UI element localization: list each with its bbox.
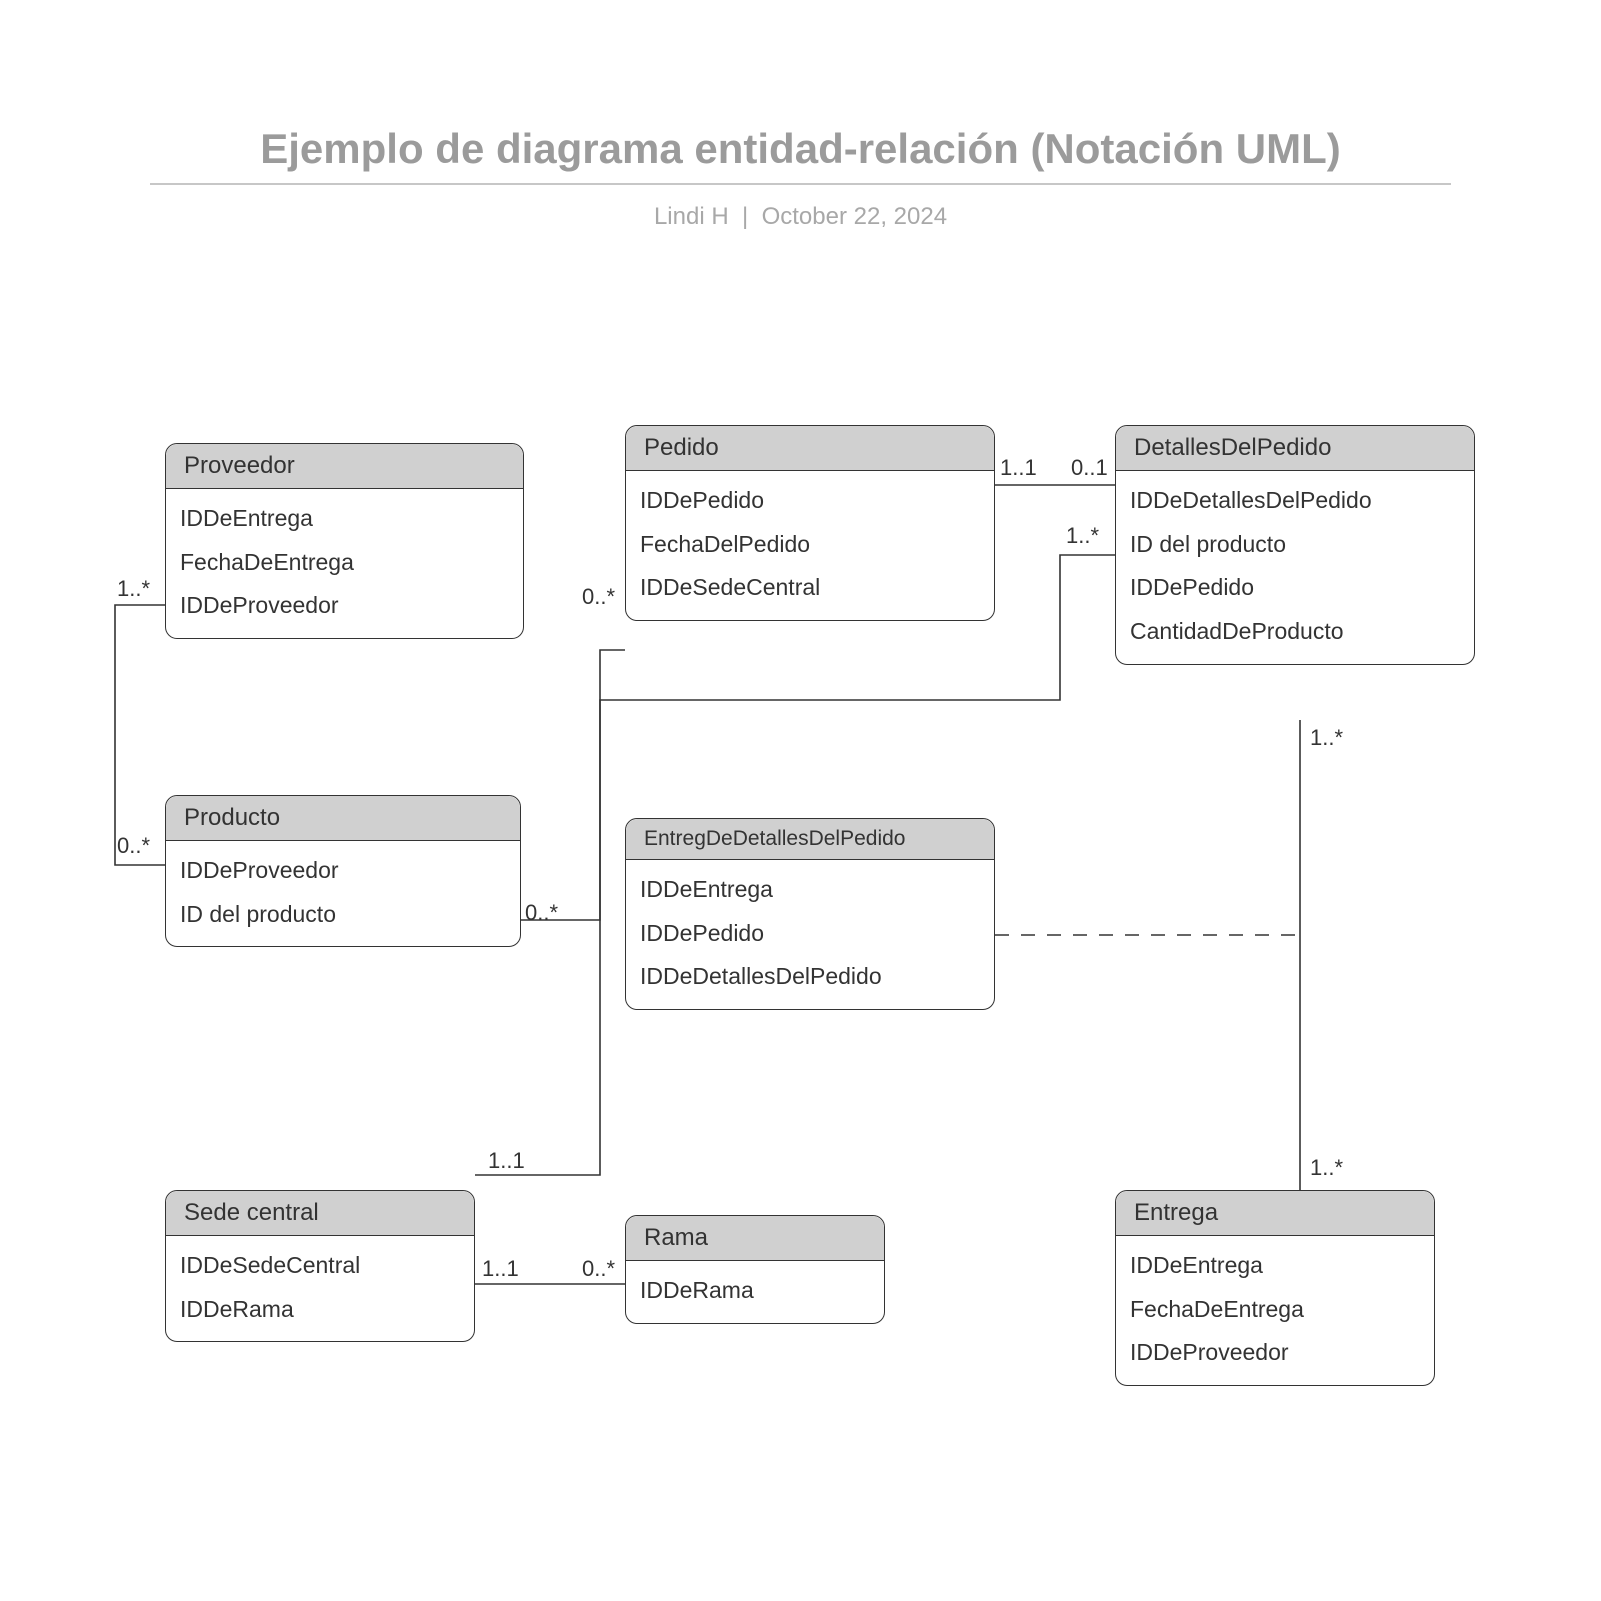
attr: IDDeProveedor [180, 584, 509, 628]
entity-rama-attrs: IDDeRama [626, 1261, 884, 1323]
entity-producto: Producto IDDeProveedor ID del producto [165, 795, 521, 947]
attr: IDDeSedeCentral [640, 566, 980, 610]
attr: IDDeProveedor [180, 849, 506, 893]
author-name: Lindi H [654, 203, 729, 230]
attr: IDDeRama [180, 1288, 460, 1332]
mult-rama-left: 0..* [582, 1256, 615, 1282]
attr: IDDeProveedor [1130, 1331, 1420, 1375]
entity-entrega-header: Entrega [1116, 1191, 1434, 1236]
attr: IDDeEntrega [640, 868, 980, 912]
entity-assoc: EntregDeDetallesDelPedido IDDeEntrega ID… [625, 818, 995, 1010]
attr: IDDeRama [640, 1269, 870, 1313]
attr: FechaDeEntrega [180, 541, 509, 585]
attr: CantidadDeProducto [1130, 610, 1460, 654]
mult-detalles-left: 1..* [1066, 523, 1099, 549]
entity-detalles-header: DetallesDelPedido [1116, 426, 1474, 471]
attr: IDDePedido [1130, 566, 1460, 610]
mult-producto-right: 0..* [525, 900, 558, 926]
mult-sede-right: 1..1 [482, 1256, 519, 1282]
mult-proveedor-out: 1..* [117, 576, 150, 602]
entity-rama: Rama IDDeRama [625, 1215, 885, 1324]
attr: ID del producto [180, 893, 506, 937]
attr: ID del producto [1130, 523, 1460, 567]
mult-producto-in: 0..* [117, 833, 150, 859]
attr: FechaDeEntrega [1130, 1288, 1420, 1332]
attr: IDDeSedeCentral [180, 1244, 460, 1288]
document-date: October 22, 2024 [762, 203, 947, 230]
entity-sede-header: Sede central [166, 1191, 474, 1236]
diagram-subtitle: Lindi H | October 22, 2024 [0, 203, 1601, 231]
entity-producto-attrs: IDDeProveedor ID del producto [166, 841, 520, 946]
entity-proveedor: Proveedor IDDeEntrega FechaDeEntrega IDD… [165, 443, 524, 639]
diagram-header: Ejemplo de diagrama entidad-relación (No… [0, 125, 1601, 231]
entity-sede-attrs: IDDeSedeCentral IDDeRama [166, 1236, 474, 1341]
entity-producto-header: Producto [166, 796, 520, 841]
entity-detalles: DetallesDelPedido IDDeDetallesDelPedido … [1115, 425, 1475, 665]
attr: IDDeEntrega [180, 497, 509, 541]
mult-pedido-left: 0..* [582, 584, 615, 610]
attr: IDDeDetallesDelPedido [640, 955, 980, 999]
attr: IDDePedido [640, 479, 980, 523]
attr: IDDeDetallesDelPedido [1130, 479, 1460, 523]
entity-assoc-attrs: IDDeEntrega IDDePedido IDDeDetallesDelPe… [626, 860, 994, 1009]
attr: IDDeEntrega [1130, 1244, 1420, 1288]
entity-entrega-attrs: IDDeEntrega FechaDeEntrega IDDeProveedor [1116, 1236, 1434, 1385]
mult-pedido-right: 1..1 [1000, 455, 1037, 481]
attr: FechaDelPedido [640, 523, 980, 567]
diagram-title: Ejemplo de diagrama entidad-relación (No… [0, 125, 1601, 173]
attr: IDDePedido [640, 912, 980, 956]
entity-assoc-header: EntregDeDetallesDelPedido [626, 819, 994, 860]
entity-entrega: Entrega IDDeEntrega FechaDeEntrega IDDeP… [1115, 1190, 1435, 1386]
rel-proveedor-producto [115, 605, 165, 865]
entity-pedido-header: Pedido [626, 426, 994, 471]
mult-detalles-top: 0..1 [1071, 455, 1108, 481]
entity-proveedor-header: Proveedor [166, 444, 523, 489]
entity-detalles-attrs: IDDeDetallesDelPedido ID del producto ID… [1116, 471, 1474, 664]
entity-rama-header: Rama [626, 1216, 884, 1261]
entity-sede: Sede central IDDeSedeCentral IDDeRama [165, 1190, 475, 1342]
entity-pedido-attrs: IDDePedido FechaDelPedido IDDeSedeCentra… [626, 471, 994, 620]
entity-pedido: Pedido IDDePedido FechaDelPedido IDDeSed… [625, 425, 995, 621]
mult-sede-top: 1..1 [488, 1148, 525, 1174]
entity-proveedor-attrs: IDDeEntrega FechaDeEntrega IDDeProveedor [166, 489, 523, 638]
title-rule [150, 183, 1451, 185]
separator: | [742, 203, 748, 230]
mult-entrega-top: 1..* [1310, 1155, 1343, 1181]
mult-detalles-bottom: 1..* [1310, 725, 1343, 751]
